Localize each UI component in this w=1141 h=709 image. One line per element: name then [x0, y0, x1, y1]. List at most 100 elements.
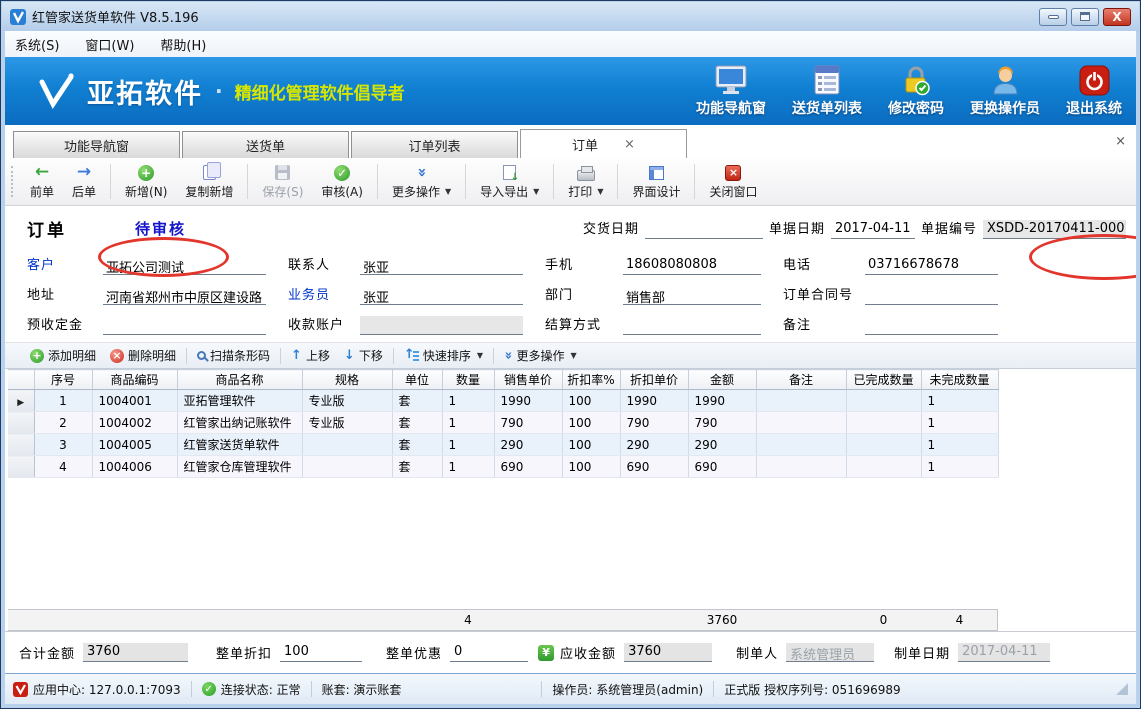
col-undone-qty[interactable]: 未完成数量	[921, 370, 998, 390]
menu-system[interactable]: 系统(S)	[15, 35, 59, 54]
row-selector-cell[interactable]	[8, 412, 34, 434]
salesman-field[interactable]: 张亚	[360, 286, 523, 305]
cell-amount[interactable]: 1990	[688, 390, 756, 412]
tab-order[interactable]: 订单 ×	[520, 129, 687, 158]
row-selector-cell[interactable]	[8, 434, 34, 456]
cell-seq[interactable]: 4	[34, 456, 92, 478]
cell-undone-qty[interactable]: 1	[921, 390, 998, 412]
delivery-list-button[interactable]: 送货单列表	[792, 65, 862, 118]
table-row[interactable]: 4 1004006 红管家仓库管理软件 套 1 690 100 690 690 …	[8, 456, 998, 478]
add-detail-button[interactable]: + 添加明细	[23, 345, 103, 366]
phone-field[interactable]: 03716678678	[865, 256, 998, 275]
cell-price[interactable]: 1990	[494, 390, 562, 412]
cell-discount-price[interactable]: 790	[620, 412, 688, 434]
table-row[interactable]: 2 1004002 红管家出纳记账软件 专业版 套 1 790 100 790 …	[8, 412, 998, 434]
col-discount-rate[interactable]: 折扣率%	[562, 370, 620, 390]
cell-price[interactable]: 790	[494, 412, 562, 434]
cell-qty[interactable]: 1	[442, 412, 494, 434]
tab-order-list[interactable]: 订单列表	[351, 131, 518, 158]
ui-design-button[interactable]: 界面设计	[623, 160, 689, 203]
discount-field[interactable]: 100	[280, 643, 362, 662]
col-discount-price[interactable]: 折扣单价	[620, 370, 688, 390]
cell-spec[interactable]	[302, 434, 392, 456]
cell-name[interactable]: 亚拓管理软件	[177, 390, 302, 412]
col-qty[interactable]: 数量	[442, 370, 494, 390]
cell-qty[interactable]: 1	[442, 456, 494, 478]
cell-discount-rate[interactable]: 100	[562, 412, 620, 434]
cell-code[interactable]: 1004002	[92, 412, 177, 434]
resize-grip[interactable]	[1116, 683, 1128, 695]
cell-name[interactable]: 红管家仓库管理软件	[177, 456, 302, 478]
cell-remark[interactable]	[756, 456, 846, 478]
cell-undone-qty[interactable]: 1	[921, 456, 998, 478]
reduce-field[interactable]: 0	[450, 643, 528, 662]
cell-price[interactable]: 690	[494, 456, 562, 478]
deposit-field[interactable]	[103, 316, 266, 335]
cell-discount-rate[interactable]: 100	[562, 456, 620, 478]
row-selector-cell[interactable]	[8, 456, 34, 478]
maximize-button[interactable]	[1071, 8, 1099, 26]
receivable-field[interactable]: 3760	[624, 643, 712, 662]
tabbar-close-icon[interactable]: ×	[1115, 134, 1126, 149]
account-field[interactable]	[360, 316, 523, 335]
col-done-qty[interactable]: 已完成数量	[846, 370, 921, 390]
cell-done-qty[interactable]	[846, 390, 921, 412]
mobile-field[interactable]: 18608080808	[623, 256, 761, 275]
col-spec[interactable]: 规格	[302, 370, 392, 390]
cell-discount-rate[interactable]: 100	[562, 390, 620, 412]
row-selector-cell[interactable]: ▶	[8, 390, 34, 412]
audit-button[interactable]: ✓ 审核(A)	[312, 160, 372, 203]
contact-field[interactable]: 张亚	[360, 256, 523, 275]
settlement-field[interactable]	[623, 316, 761, 335]
next-doc-button[interactable]: → 后单	[63, 160, 105, 203]
tab-delivery[interactable]: 送货单	[182, 131, 349, 158]
table-row[interactable]: 3 1004005 红管家送货单软件 套 1 290 100 290 290 1	[8, 434, 998, 456]
contract-field[interactable]	[865, 286, 998, 305]
cell-qty[interactable]: 1	[442, 434, 494, 456]
cell-spec[interactable]: 专业版	[302, 390, 392, 412]
menu-help[interactable]: 帮助(H)	[160, 35, 206, 54]
cell-done-qty[interactable]	[846, 456, 921, 478]
switch-operator-button[interactable]: 更换操作员	[970, 65, 1040, 118]
close-button[interactable]: X	[1103, 8, 1131, 26]
cell-discount-rate[interactable]: 100	[562, 434, 620, 456]
cell-spec[interactable]	[302, 456, 392, 478]
col-remark[interactable]: 备注	[756, 370, 846, 390]
col-unit[interactable]: 单位	[392, 370, 442, 390]
cell-code[interactable]: 1004005	[92, 434, 177, 456]
cell-discount-price[interactable]: 290	[620, 434, 688, 456]
cell-name[interactable]: 红管家送货单软件	[177, 434, 302, 456]
cell-unit[interactable]: 套	[392, 434, 442, 456]
cell-spec[interactable]: 专业版	[302, 412, 392, 434]
delete-detail-button[interactable]: × 删除明细	[103, 345, 183, 366]
doc-date-field[interactable]: 2017-04-11	[831, 220, 915, 239]
cell-discount-price[interactable]: 1990	[620, 390, 688, 412]
tab-nav-panel[interactable]: 功能导航窗	[13, 131, 180, 158]
cell-code[interactable]: 1004006	[92, 456, 177, 478]
delivery-date-field[interactable]	[645, 220, 763, 239]
customer-label[interactable]: 客户	[27, 254, 103, 275]
cell-remark[interactable]	[756, 434, 846, 456]
print-button[interactable]: 打印▼	[559, 160, 612, 203]
cell-discount-price[interactable]: 690	[620, 456, 688, 478]
menu-window[interactable]: 窗口(W)	[85, 35, 134, 54]
col-seq[interactable]: 序号	[34, 370, 92, 390]
cell-name[interactable]: 红管家出纳记账软件	[177, 412, 302, 434]
cell-code[interactable]: 1004001	[92, 390, 177, 412]
col-name[interactable]: 商品名称	[177, 370, 302, 390]
more-actions-button[interactable]: » 更多操作▼	[383, 160, 460, 203]
salesman-label[interactable]: 业务员	[288, 284, 360, 305]
close-window-button[interactable]: × 关闭窗口	[700, 160, 766, 203]
cell-seq[interactable]: 2	[34, 412, 92, 434]
cell-unit[interactable]: 套	[392, 412, 442, 434]
nav-panel-button[interactable]: 功能导航窗	[696, 65, 766, 118]
move-up-button[interactable]: ↑ 上移	[284, 345, 337, 366]
move-down-button[interactable]: ↓ 下移	[337, 345, 390, 366]
tab-close-icon[interactable]: ×	[624, 137, 635, 152]
change-password-button[interactable]: 修改密码	[888, 65, 944, 118]
cell-seq[interactable]: 1	[34, 390, 92, 412]
exit-system-button[interactable]: 退出系统	[1066, 65, 1122, 118]
cell-amount[interactable]: 290	[688, 434, 756, 456]
cell-amount[interactable]: 790	[688, 412, 756, 434]
col-code[interactable]: 商品编码	[92, 370, 177, 390]
